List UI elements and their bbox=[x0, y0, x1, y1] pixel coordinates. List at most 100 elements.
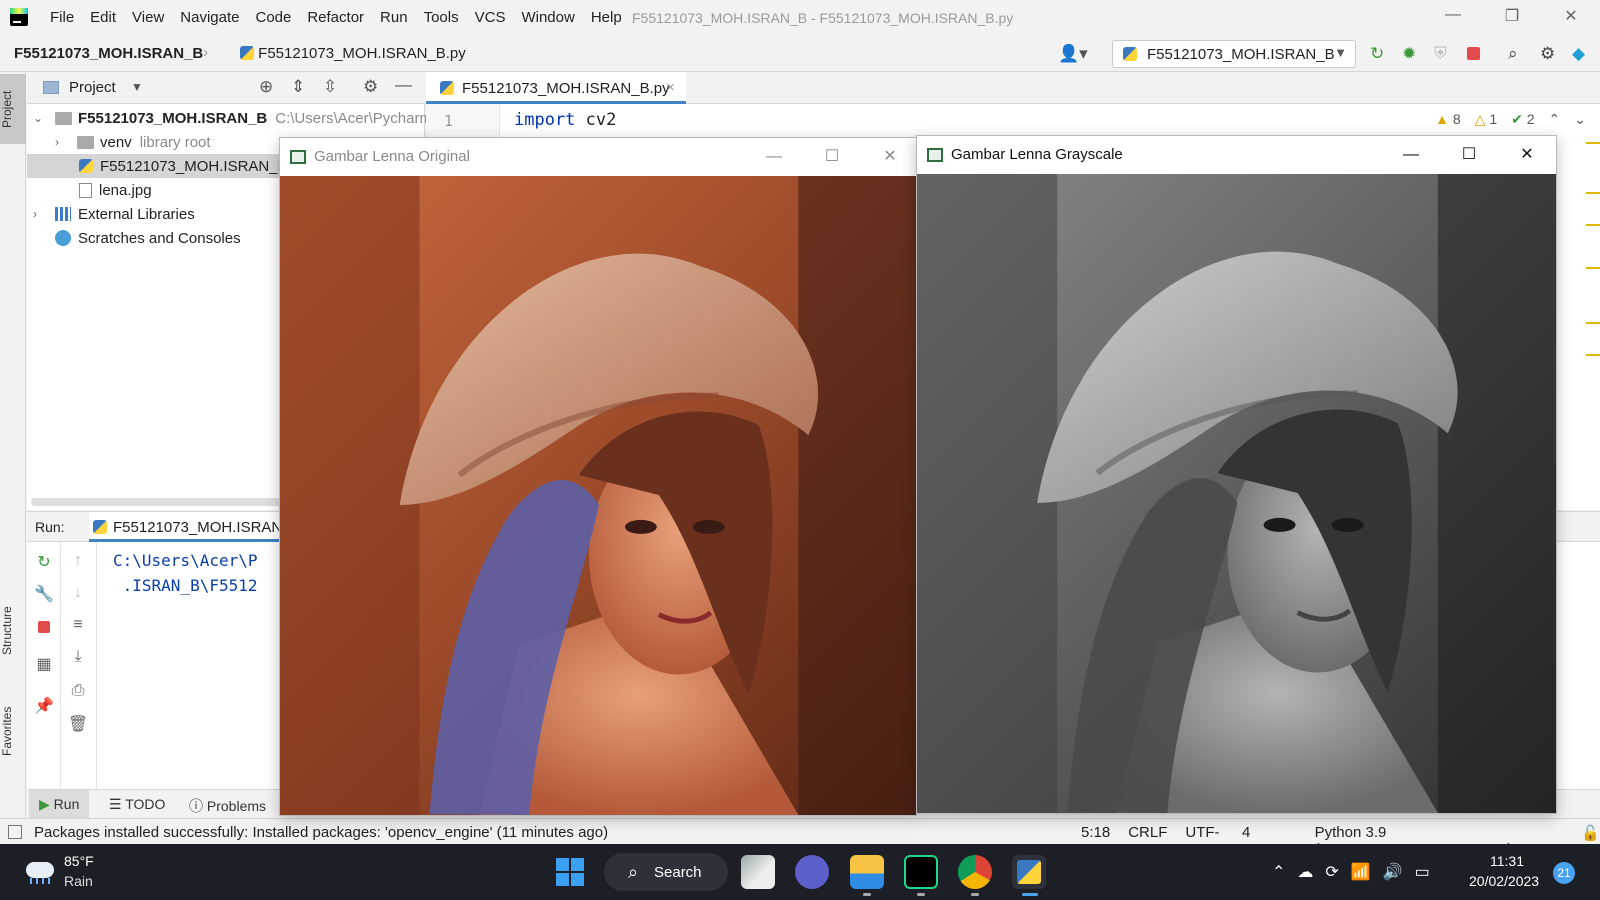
window-titlebar[interactable]: Gambar Lenna Original — ☐ ✕ bbox=[280, 138, 916, 176]
chevron-down-icon[interactable]: ⌄ bbox=[1574, 111, 1586, 128]
notification-badge[interactable]: 21 bbox=[1553, 862, 1575, 884]
expand-all-icon[interactable]: ⇕ bbox=[291, 77, 305, 97]
run-tab[interactable]: F55121073_MOH.ISRAN_ bbox=[89, 512, 291, 542]
hide-icon[interactable]: — bbox=[395, 75, 412, 95]
tree-item-script[interactable]: F55121073_MOH.ISRAN_B bbox=[79, 154, 288, 178]
layout-icon[interactable]: ▦ bbox=[27, 654, 61, 674]
sync-icon[interactable]: ⟳ bbox=[1325, 862, 1338, 882]
menu-view[interactable]: View bbox=[124, 9, 172, 26]
menu-refactor[interactable]: Refactor bbox=[299, 9, 372, 26]
file-explorer-icon[interactable] bbox=[850, 855, 884, 889]
image-window-grayscale[interactable]: Gambar Lenna Grayscale — ☐ ✕ bbox=[916, 135, 1557, 814]
windows-start-icon[interactable] bbox=[556, 858, 584, 886]
console-output[interactable]: C:\Users\Acer\P .ISRAN_B\F5512 bbox=[113, 548, 258, 598]
menu-code[interactable]: Code bbox=[247, 9, 299, 26]
tree-item-venv[interactable]: › venv library root bbox=[55, 130, 211, 154]
tree-item-external-libraries[interactable]: › External Libraries bbox=[33, 202, 195, 226]
menu-file[interactable]: File bbox=[42, 9, 82, 26]
close-icon[interactable]: ✕ bbox=[872, 144, 908, 170]
volume-icon[interactable]: 🔊 bbox=[1383, 862, 1403, 882]
rerun-icon[interactable]: ↻ bbox=[27, 552, 61, 572]
breadcrumb-project[interactable]: F55121073_MOH.ISRAN_B bbox=[14, 45, 203, 62]
code-line[interactable]: import cv2 bbox=[514, 110, 616, 130]
tool-tab-run[interactable]: ▶ Run bbox=[29, 790, 90, 819]
scroll-mark[interactable] bbox=[1586, 354, 1600, 356]
arrow-down-icon[interactable]: ↓ bbox=[61, 584, 95, 602]
clock-time[interactable]: 11:31 bbox=[1490, 853, 1524, 869]
arrow-up-icon[interactable]: ↑ bbox=[61, 552, 95, 570]
run-configuration-select[interactable]: F55121073_MOH.ISRAN_B ▼ bbox=[1112, 40, 1356, 68]
menu-help[interactable]: Help bbox=[583, 9, 630, 26]
pycharm-icon[interactable] bbox=[904, 855, 938, 889]
tool-tab-project[interactable]: Project bbox=[0, 74, 26, 144]
code-with-me-icon[interactable]: ◆ bbox=[1572, 44, 1585, 64]
rerun-icon[interactable]: ↻ bbox=[1370, 44, 1384, 64]
battery-icon[interactable]: ▭ bbox=[1415, 862, 1430, 882]
wifi-icon[interactable]: 📶 bbox=[1351, 862, 1371, 882]
gear-icon[interactable]: ⚙ bbox=[1540, 44, 1555, 64]
menu-edit[interactable]: Edit bbox=[82, 9, 124, 26]
scroll-mark[interactable] bbox=[1586, 267, 1600, 269]
maximize-icon[interactable]: ☐ bbox=[1451, 142, 1487, 168]
tool-tab-todo[interactable]: ☰ TODO bbox=[109, 796, 165, 813]
restore-icon[interactable]: ❐ bbox=[1497, 6, 1527, 26]
user-icon[interactable]: 👤▾ bbox=[1058, 44, 1088, 64]
pin-icon[interactable]: 📌 bbox=[27, 696, 61, 716]
menu-vcs[interactable]: VCS bbox=[467, 9, 514, 26]
minimize-icon[interactable]: — bbox=[1393, 142, 1429, 168]
search-icon[interactable]: ⌕ bbox=[1508, 44, 1518, 64]
scroll-mark[interactable] bbox=[1586, 142, 1600, 144]
maximize-icon[interactable]: ☐ bbox=[814, 144, 850, 170]
close-icon[interactable]: ✕ bbox=[1509, 142, 1545, 168]
tree-item-scratches[interactable]: Scratches and Consoles bbox=[55, 226, 241, 250]
minimize-icon[interactable]: — bbox=[756, 144, 792, 170]
scroll-mark[interactable] bbox=[1586, 322, 1600, 324]
breadcrumb-file[interactable]: F55121073_MOH.ISRAN_B.py bbox=[240, 45, 466, 62]
image-window-original[interactable]: Gambar Lenna Original — ☐ ✕ bbox=[279, 137, 917, 816]
menu-tools[interactable]: Tools bbox=[416, 9, 467, 26]
weather-description[interactable]: Rain bbox=[64, 873, 93, 889]
chevron-up-icon[interactable]: ⌃ bbox=[1549, 111, 1561, 128]
debug-icon[interactable]: ✹ bbox=[1402, 44, 1416, 64]
window-titlebar[interactable]: Gambar Lenna Grayscale — ☐ ✕ bbox=[917, 136, 1556, 174]
trash-icon[interactable]: 🗑 bbox=[61, 714, 95, 734]
weather-temperature[interactable]: 85°F bbox=[64, 853, 94, 869]
panel-toggle-icon[interactable] bbox=[8, 825, 22, 839]
rain-cloud-icon[interactable] bbox=[22, 858, 56, 884]
tree-item-lena-jpg[interactable]: lena.jpg bbox=[79, 178, 152, 202]
menu-window[interactable]: Window bbox=[513, 9, 582, 26]
close-icon[interactable]: ✕ bbox=[1556, 6, 1586, 26]
scroll-mark[interactable] bbox=[1586, 224, 1600, 226]
chrome-icon[interactable] bbox=[958, 855, 992, 889]
menu-navigate[interactable]: Navigate bbox=[172, 9, 247, 26]
gear-icon[interactable]: ⚙ bbox=[363, 77, 378, 97]
stop-icon[interactable] bbox=[38, 621, 50, 633]
project-panel-title[interactable]: Project bbox=[69, 79, 116, 96]
onedrive-icon[interactable]: ☁ bbox=[1297, 862, 1313, 882]
wrench-icon[interactable]: 🔧 bbox=[27, 584, 61, 604]
tool-tab-structure[interactable]: Structure bbox=[0, 592, 26, 670]
tab-script[interactable]: F55121073_MOH.ISRAN_B.py × bbox=[426, 72, 686, 104]
teams-chat-icon[interactable] bbox=[795, 855, 829, 889]
inspection-widget[interactable]: ▲ 8 △ 1 ✔ 2 ⌃ ⌄ bbox=[1435, 111, 1586, 128]
coverage-icon[interactable]: ⛨ bbox=[1434, 44, 1447, 64]
soft-wrap-icon[interactable]: ≡ bbox=[61, 616, 95, 634]
print-icon[interactable]: ⎙ bbox=[61, 682, 95, 700]
taskbar-search-button[interactable]: ⌕ Search bbox=[604, 853, 728, 891]
scroll-mark[interactable] bbox=[1586, 192, 1600, 194]
close-tab-icon[interactable]: × bbox=[666, 79, 675, 96]
clock-date[interactable]: 20/02/2023 bbox=[1469, 873, 1539, 889]
python-app-icon[interactable] bbox=[1012, 855, 1046, 889]
scroll-to-end-icon[interactable]: ⤓ bbox=[61, 648, 95, 666]
chevron-up-icon[interactable]: ⌃ bbox=[1272, 862, 1285, 882]
locate-icon[interactable]: ⊕ bbox=[259, 77, 273, 97]
minimize-icon[interactable]: — bbox=[1438, 6, 1468, 24]
status-message[interactable]: Packages installed successfully: Install… bbox=[34, 824, 608, 841]
chevron-down-icon[interactable]: ▼ bbox=[131, 80, 143, 94]
menu-run[interactable]: Run bbox=[372, 9, 416, 26]
task-view-icon[interactable] bbox=[741, 855, 775, 889]
tree-item-project-root[interactable]: ⌄ F55121073_MOH.ISRAN_B C:\Users\Acer\Py… bbox=[33, 106, 442, 130]
tool-tab-problems[interactable]: ⓘ Problems bbox=[189, 796, 266, 816]
stop-icon[interactable] bbox=[1467, 47, 1480, 60]
tool-tab-favorites[interactable]: Favorites bbox=[0, 692, 26, 770]
